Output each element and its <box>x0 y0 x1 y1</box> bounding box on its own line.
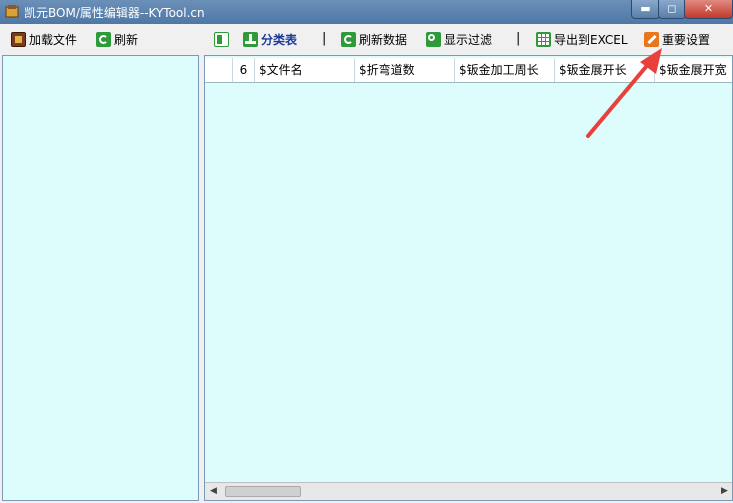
toolbar-separator: | <box>516 31 521 46</box>
refresh-data-label: 刷新数据 <box>359 32 408 47</box>
category-tree-icon <box>243 31 258 47</box>
toolbar-separator: | <box>322 31 327 46</box>
scroll-left-icon[interactable]: ◀ <box>205 483 222 500</box>
minimize-button[interactable]: ▬ <box>631 0 660 19</box>
row-indicator-cell <box>205 58 233 82</box>
window-title: 凯元BOM/属性编辑器--KYTool.cn <box>24 6 205 20</box>
refresh-label: 刷新 <box>114 32 139 47</box>
load-file-label: 加载文件 <box>29 32 78 47</box>
file-tree-panel[interactable] <box>2 55 199 501</box>
category-table-button[interactable]: 分类表 <box>243 28 297 50</box>
close-button[interactable]: ✕ <box>684 0 733 19</box>
category-table-label: 分类表 <box>261 32 298 47</box>
scroll-thumb[interactable] <box>225 486 301 497</box>
annotation-arrow-icon <box>586 48 662 138</box>
excel-grid-icon <box>536 31 551 47</box>
title-bar: 凯元BOM/属性编辑器--KYTool.cn ▬ ◻ ✕ <box>0 0 733 24</box>
load-file-icon <box>11 31 26 47</box>
show-filter-button[interactable]: 显示过滤 <box>426 28 492 50</box>
scroll-right-icon[interactable]: ▶ <box>716 483 732 500</box>
maximize-button[interactable]: ◻ <box>658 0 686 19</box>
layout-icon <box>214 31 229 47</box>
column-header[interactable]: $文件名 <box>255 58 355 82</box>
refresh-button[interactable]: 刷新 <box>96 28 138 50</box>
horizontal-scrollbar[interactable]: ◀ ▶ <box>205 482 732 500</box>
filter-search-icon <box>426 31 441 47</box>
column-header[interactable]: $折弯道数 <box>355 58 455 82</box>
refresh-data-icon <box>341 31 356 47</box>
column-header[interactable]: $钣金加工周长 <box>455 58 555 82</box>
show-filter-label: 显示过滤 <box>444 32 493 47</box>
layout-button[interactable] <box>214 28 232 50</box>
load-file-button[interactable]: 加载文件 <box>11 28 77 50</box>
row-count-cell: 6 <box>233 58 255 82</box>
refresh-data-button[interactable]: 刷新数据 <box>341 28 407 50</box>
app-icon <box>5 5 19 18</box>
refresh-icon <box>96 31 111 47</box>
